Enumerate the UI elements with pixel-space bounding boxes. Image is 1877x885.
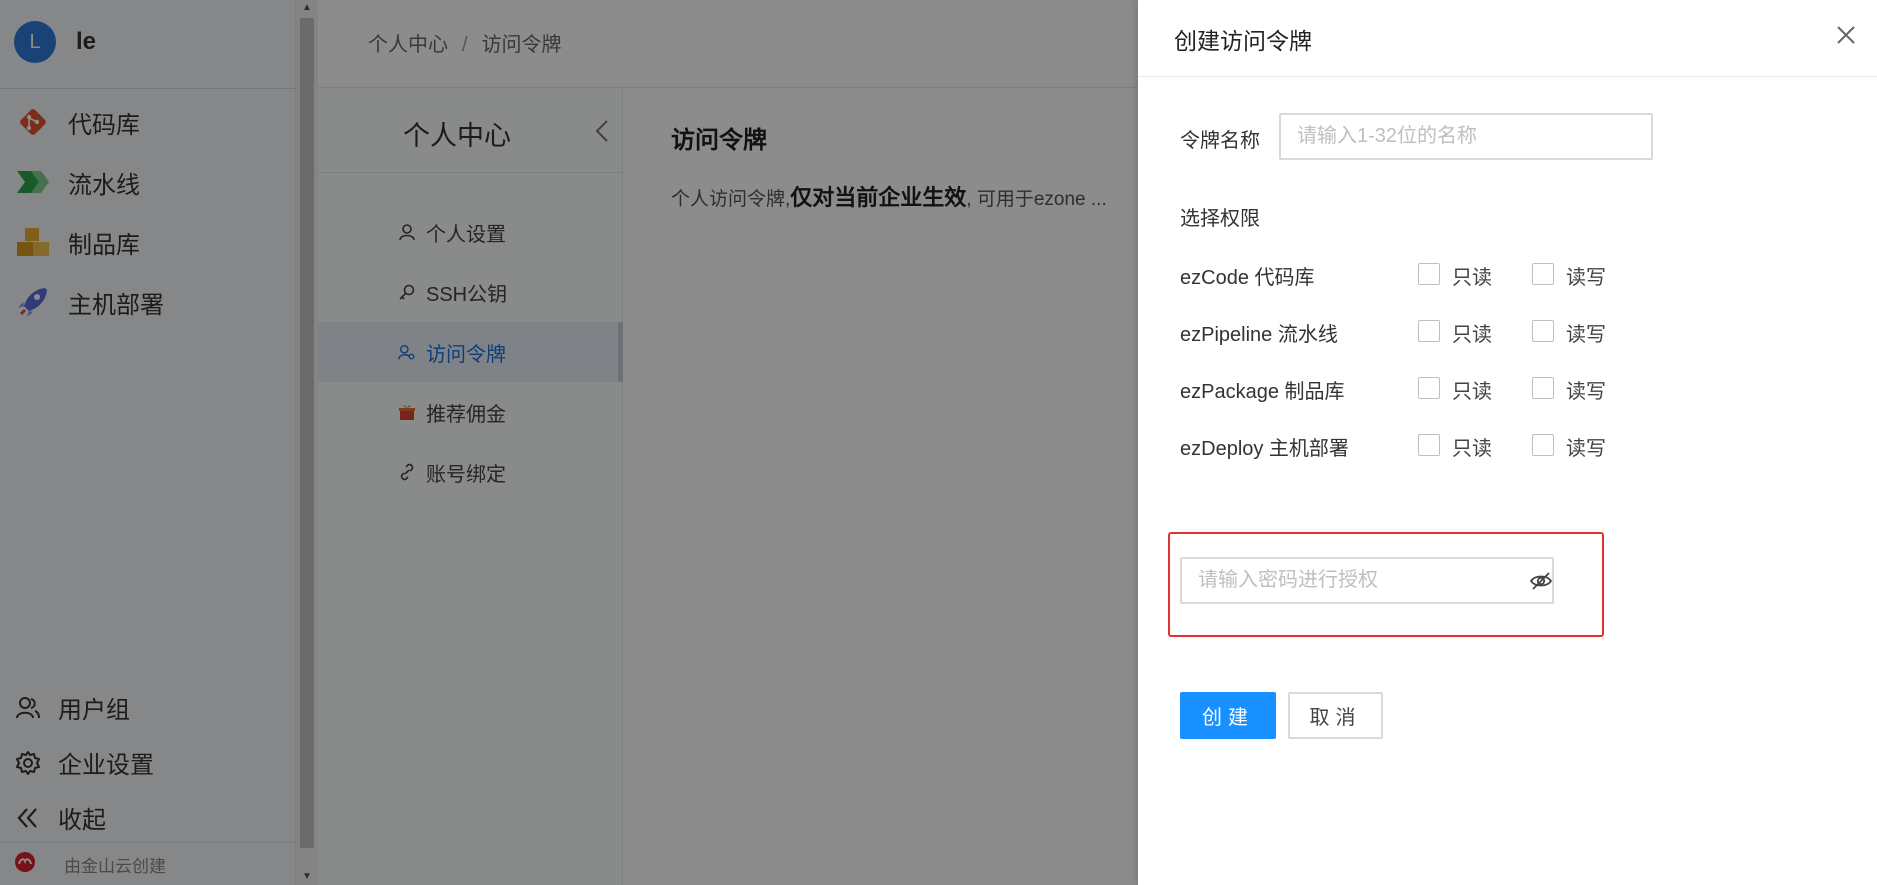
readonly-checkbox[interactable]: [1418, 377, 1440, 399]
token-name-input[interactable]: [1279, 113, 1653, 160]
readwrite-checkbox[interactable]: [1532, 434, 1554, 456]
permissions-label: 选择权限: [1180, 208, 1260, 230]
readonly-label[interactable]: 只读: [1452, 375, 1492, 404]
create-button[interactable]: 创建: [1180, 692, 1276, 739]
permission-name: ezCode 代码库: [1180, 267, 1315, 289]
readonly-checkbox[interactable]: [1418, 434, 1440, 456]
readwrite-checkbox[interactable]: [1532, 377, 1554, 399]
close-icon[interactable]: [1833, 22, 1859, 48]
password-input[interactable]: [1180, 557, 1554, 604]
permission-row-ezpipeline: ezPipeline 流水线 只读 读写: [1180, 316, 1700, 346]
permission-name: ezPackage 制品库: [1180, 381, 1345, 403]
readwrite-label[interactable]: 读写: [1566, 261, 1606, 290]
cancel-button[interactable]: 取消: [1288, 692, 1383, 739]
readonly-label[interactable]: 只读: [1452, 432, 1492, 461]
permission-name: ezPipeline 流水线: [1180, 324, 1338, 346]
drawer-header: 创建访问令牌: [1138, 0, 1877, 77]
readonly-checkbox[interactable]: [1418, 320, 1440, 342]
permission-row-ezcode: ezCode 代码库 只读 读写: [1180, 259, 1700, 289]
readwrite-label[interactable]: 读写: [1566, 318, 1606, 347]
create-token-drawer: 创建访问令牌 令牌名称 选择权限 ezCode 代码库 只读 读写 ezPipe…: [1138, 0, 1877, 885]
readonly-label[interactable]: 只读: [1452, 318, 1492, 347]
permission-name: ezDeploy 主机部署: [1180, 438, 1349, 460]
eye-off-icon[interactable]: [1528, 568, 1554, 594]
readwrite-checkbox[interactable]: [1532, 263, 1554, 285]
readonly-label[interactable]: 只读: [1452, 261, 1492, 290]
drawer-title: 创建访问令牌: [1174, 28, 1312, 54]
permission-row-ezdeploy: ezDeploy 主机部署 只读 读写: [1180, 430, 1700, 460]
readonly-checkbox[interactable]: [1418, 263, 1440, 285]
readwrite-label[interactable]: 读写: [1566, 432, 1606, 461]
permission-row-ezpackage: ezPackage 制品库 只读 读写: [1180, 373, 1700, 403]
readwrite-checkbox[interactable]: [1532, 320, 1554, 342]
token-name-label: 令牌名称: [1180, 130, 1260, 152]
readwrite-label[interactable]: 读写: [1566, 375, 1606, 404]
